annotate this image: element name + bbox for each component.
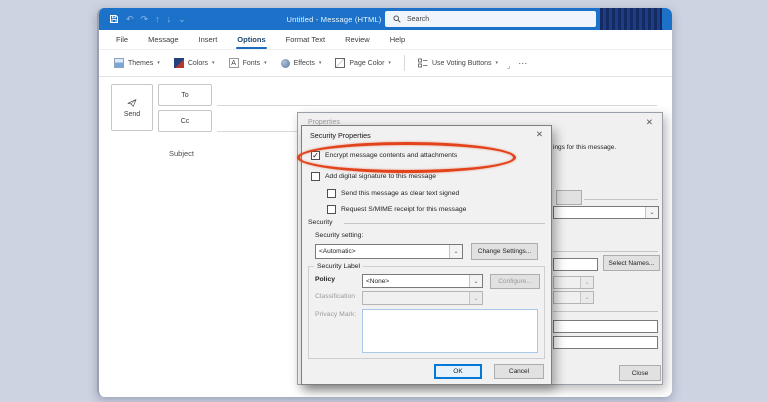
expires-combobox-fragment[interactable]: ⌄: [553, 276, 594, 289]
title-bar: ↶ ↷ ↑ ↓ ⌄ Untitled - Message (HTML) Sear…: [99, 8, 672, 30]
smime-receipt-checkbox[interactable]: Request S/MIME receipt for this message: [327, 205, 466, 214]
tab-review[interactable]: Review: [336, 31, 379, 49]
cancel-button[interactable]: Cancel: [494, 364, 544, 379]
security-properties-title: Security Properties: [310, 131, 371, 140]
fonts-button[interactable]: A Fonts▾: [224, 54, 272, 72]
chevron-down-icon: ▾: [212, 60, 215, 66]
privacy-mark-textarea[interactable]: [362, 309, 538, 353]
security-label-group-label: Security Label: [314, 263, 363, 270]
group-separator: [553, 251, 658, 252]
send-button[interactable]: Send: [111, 84, 153, 131]
search-input[interactable]: Search: [385, 11, 596, 27]
outlook-message-window: ↶ ↷ ↑ ↓ ⌄ Untitled - Message (HTML) Sear…: [97, 8, 672, 397]
security-properties-dialog: Security Properties ✕ ✓ Encrypt message …: [301, 125, 552, 385]
effects-button[interactable]: Effects▾: [276, 55, 327, 72]
security-setting-label: Security setting:: [315, 232, 363, 239]
close-button[interactable]: Close: [619, 365, 661, 381]
move-up-icon[interactable]: ↑: [155, 15, 160, 24]
chevron-down-icon: ⌄: [469, 292, 482, 304]
check-icon: ✓: [312, 152, 319, 160]
security-setting-combobox[interactable]: <Automatic> ⌄: [315, 244, 463, 259]
group-separator: [344, 223, 545, 224]
change-settings-button[interactable]: Change Settings...: [471, 243, 538, 260]
search-icon: [392, 14, 402, 24]
redo-icon[interactable]: ↷: [141, 15, 149, 24]
to-field[interactable]: [217, 105, 657, 106]
clear-text-signed-checkbox[interactable]: Send this message as clear text signed: [327, 189, 459, 198]
tab-insert[interactable]: Insert: [190, 31, 227, 49]
move-down-icon[interactable]: ↓: [167, 15, 172, 24]
ribbon-options: Themes▾ Colors▾ A Fonts▾ Effects▾ Page C…: [99, 50, 672, 77]
to-button[interactable]: To: [158, 84, 212, 106]
policy-label: Policy: [315, 276, 335, 283]
tab-help[interactable]: Help: [381, 31, 414, 49]
chevron-down-icon: ⌄: [449, 245, 462, 258]
tab-file[interactable]: File: [107, 31, 137, 49]
encrypt-checkbox[interactable]: ✓ Encrypt message contents and attachmen…: [311, 151, 457, 160]
themes-icon: [114, 58, 124, 68]
fonts-icon: A: [229, 58, 239, 68]
colors-icon: [174, 58, 184, 68]
tab-options[interactable]: Options: [228, 31, 274, 49]
chevron-down-icon: ▾: [388, 60, 391, 66]
dialog-launcher-icon[interactable]: ⌟: [507, 62, 510, 70]
categories-field-fragment[interactable]: [553, 336, 658, 349]
chevron-down-icon: ⌄: [580, 292, 593, 303]
send-icon: [127, 98, 137, 108]
themes-button[interactable]: Themes▾: [109, 54, 165, 72]
colors-button[interactable]: Colors▾: [169, 54, 220, 72]
security-settings-text-fragment: ings for this message.: [553, 144, 616, 151]
ok-button[interactable]: OK: [434, 364, 482, 379]
customize-toolbar-icon[interactable]: ⌄: [178, 15, 186, 24]
subject-label: Subject: [169, 149, 194, 158]
policy-combobox[interactable]: <None> ⌄: [362, 274, 483, 288]
replies-field-fragment[interactable]: [553, 258, 598, 271]
ribbon-tabs: File Message Insert Options Format Text …: [99, 30, 672, 50]
search-placeholder: Search: [407, 16, 429, 23]
cc-button[interactable]: Cc: [158, 110, 212, 132]
configure-button[interactable]: Configure...: [490, 274, 540, 289]
chevron-down-icon: ▾: [495, 60, 498, 66]
chevron-down-icon: ⌄: [645, 207, 658, 218]
close-icon[interactable]: ✕: [646, 117, 653, 128]
page-color-button[interactable]: Page Color▾: [330, 54, 396, 72]
tab-format-text[interactable]: Format Text: [277, 31, 334, 49]
chevron-down-icon: ▾: [157, 60, 160, 66]
privacy-mark-label: Privacy Mark:: [315, 311, 356, 318]
effects-icon: [281, 59, 290, 68]
digital-signature-checkbox[interactable]: Add digital signature to this message: [311, 172, 436, 181]
quick-access-toolbar: ↶ ↷ ↑ ↓ ⌄: [109, 14, 186, 24]
security-group-label: Security: [308, 219, 333, 226]
voting-buttons-icon: [418, 58, 428, 68]
undo-icon[interactable]: ↶: [126, 15, 134, 24]
select-names-button[interactable]: Select Names...: [603, 255, 660, 271]
chevron-down-icon: ⌄: [580, 277, 593, 288]
chevron-down-icon: ▾: [319, 60, 322, 66]
expires-time-combobox-fragment[interactable]: ⌄: [553, 291, 594, 304]
security-settings-button-fragment[interactable]: [556, 190, 582, 205]
ribbon-separator: [404, 55, 405, 71]
use-voting-buttons-button[interactable]: Use Voting Buttons▾: [413, 54, 503, 72]
classification-combobox[interactable]: ⌄: [362, 291, 483, 305]
voting-combobox-fragment[interactable]: ⌄: [553, 206, 659, 219]
group-separator: [553, 311, 658, 312]
tab-message[interactable]: Message: [139, 31, 187, 49]
chevron-down-icon: ⌄: [469, 275, 482, 287]
chevron-down-icon: ▾: [264, 60, 267, 66]
classification-label: Classification: [315, 293, 355, 300]
window-controls-redacted: [600, 8, 662, 30]
group-separator: [584, 199, 658, 200]
page-color-icon: [335, 58, 345, 68]
save-icon[interactable]: [109, 14, 119, 24]
ribbon-overflow-button[interactable]: ⋯: [518, 58, 528, 69]
close-icon[interactable]: ✕: [536, 129, 543, 140]
contacts-field-fragment[interactable]: [553, 320, 658, 333]
